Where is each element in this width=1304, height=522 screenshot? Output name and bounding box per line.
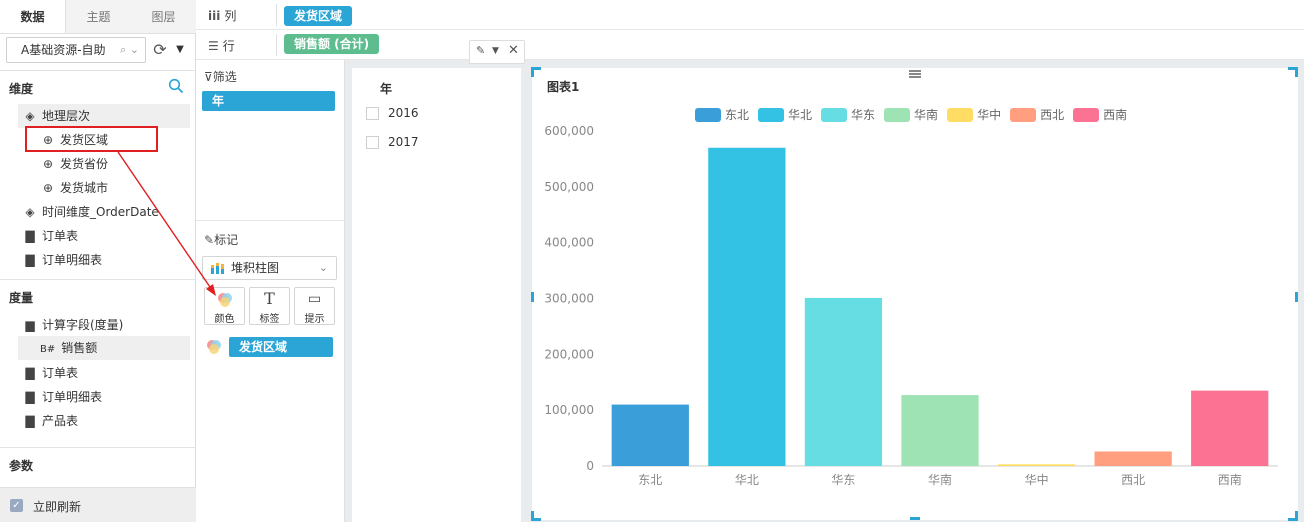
annotation-arrow bbox=[117, 151, 216, 296]
